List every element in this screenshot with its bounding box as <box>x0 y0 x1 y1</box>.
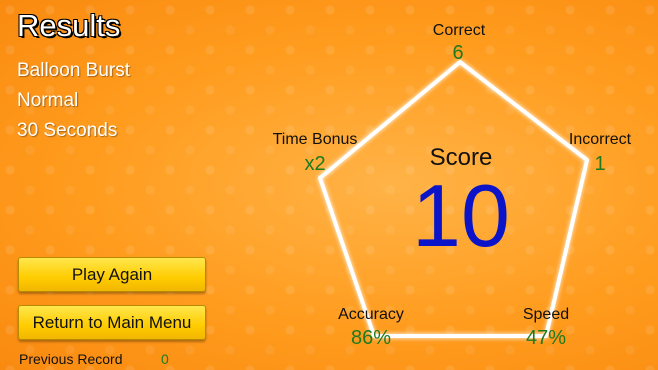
time-bonus-label: Time Bonus <box>272 131 358 148</box>
accuracy-value: 86% <box>350 327 392 349</box>
correct-value: 6 <box>452 42 464 64</box>
accuracy-label: Accuracy <box>338 306 404 323</box>
incorrect-value: 1 <box>594 153 606 175</box>
speed-label: Speed <box>522 306 570 323</box>
time-bonus-value: x2 <box>304 153 326 175</box>
score-value: 10 <box>412 166 510 265</box>
correct-label: Correct <box>432 22 486 39</box>
incorrect-label: Incorrect <box>568 131 632 148</box>
speed-value: 47% <box>525 327 567 349</box>
